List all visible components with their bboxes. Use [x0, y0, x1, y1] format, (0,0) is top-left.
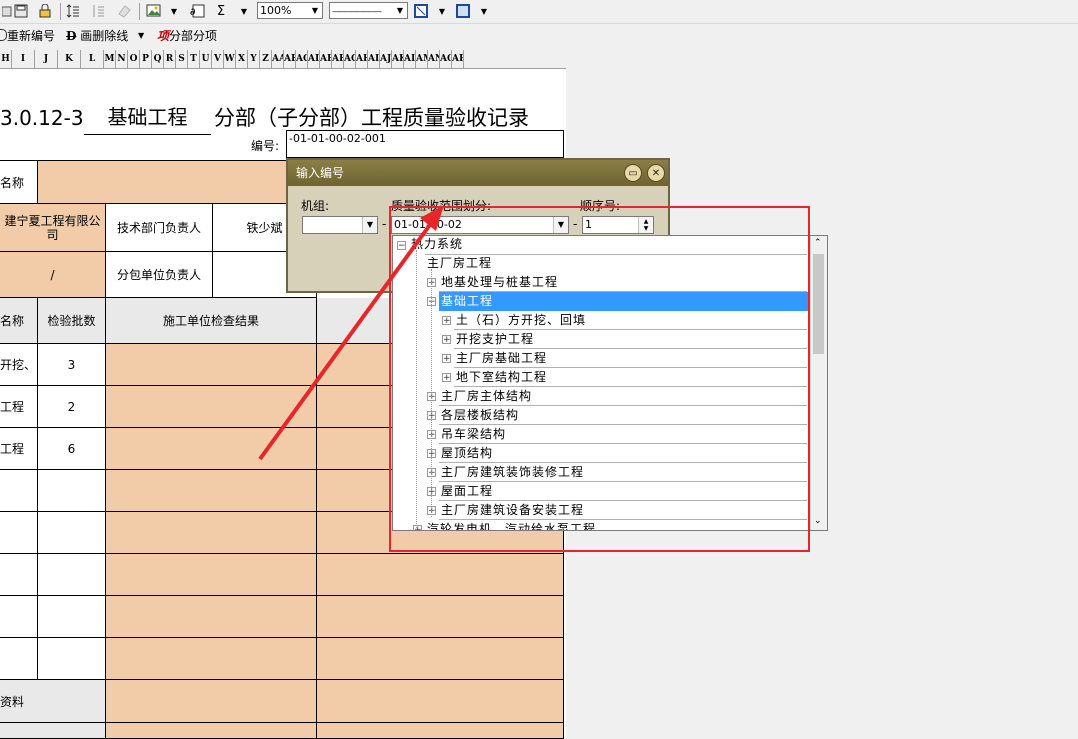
annotation-arrow: [258, 205, 444, 461]
